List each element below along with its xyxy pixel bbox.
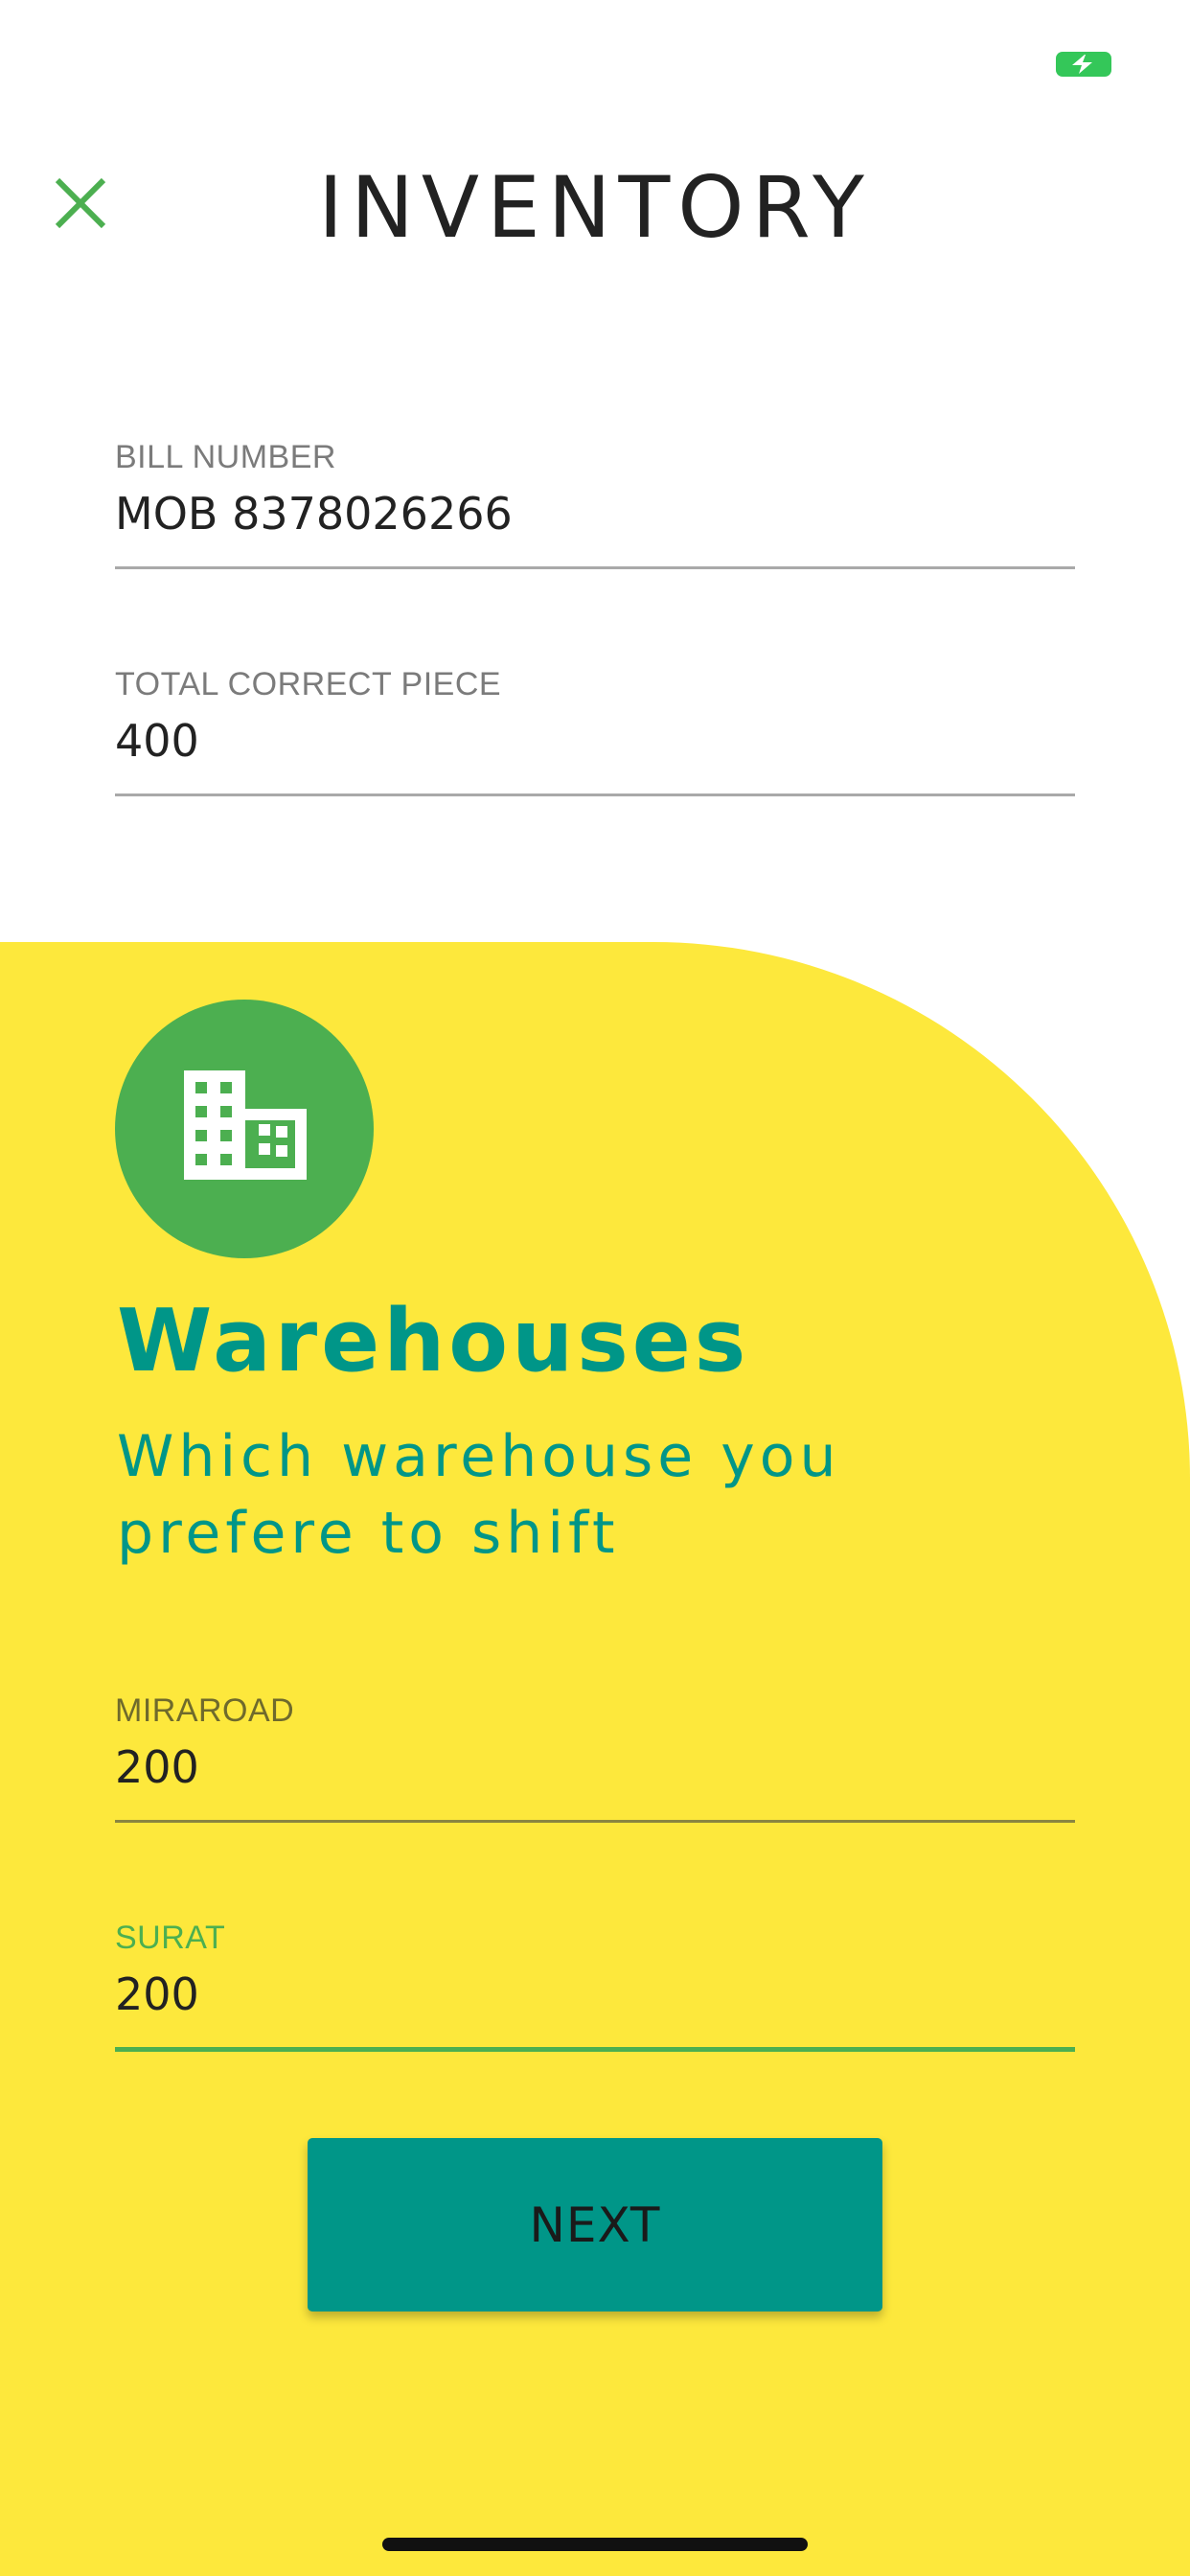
- bill-number-underline: [115, 566, 1075, 569]
- miraroad-field: MIRAROAD: [115, 1691, 1075, 1823]
- home-indicator[interactable]: [382, 2538, 808, 2551]
- surat-field: SURAT: [115, 1919, 1075, 2052]
- building-icon: [184, 1070, 307, 1180]
- surat-underline: [115, 2047, 1075, 2052]
- warehouses-title: Warehouses: [117, 1291, 750, 1392]
- total-correct-piece-underline: [115, 794, 1075, 796]
- page-title: INVENTORY: [318, 158, 872, 257]
- total-correct-piece-field: TOTAL CORRECT PIECE: [115, 665, 1075, 796]
- total-correct-piece-input[interactable]: [115, 711, 1075, 770]
- bill-number-field: BILL NUMBER: [115, 438, 1075, 569]
- surat-label: SURAT: [115, 1920, 226, 1956]
- warehouses-subtitle: Which warehouse you prefere to shift: [117, 1423, 841, 1567]
- miraroad-label: MIRAROAD: [115, 1692, 295, 1729]
- total-correct-piece-label: TOTAL CORRECT PIECE: [115, 666, 502, 702]
- warehouse-icon-badge: [115, 1000, 374, 1258]
- bill-number-label: BILL NUMBER: [115, 439, 336, 475]
- next-button[interactable]: NEXT: [308, 2138, 882, 2312]
- miraroad-input[interactable]: [115, 1737, 1075, 1797]
- battery-charging-icon: [1056, 52, 1111, 77]
- miraroad-underline: [115, 1820, 1075, 1823]
- bill-number-input[interactable]: [115, 484, 1075, 543]
- surat-input[interactable]: [115, 1965, 1075, 2024]
